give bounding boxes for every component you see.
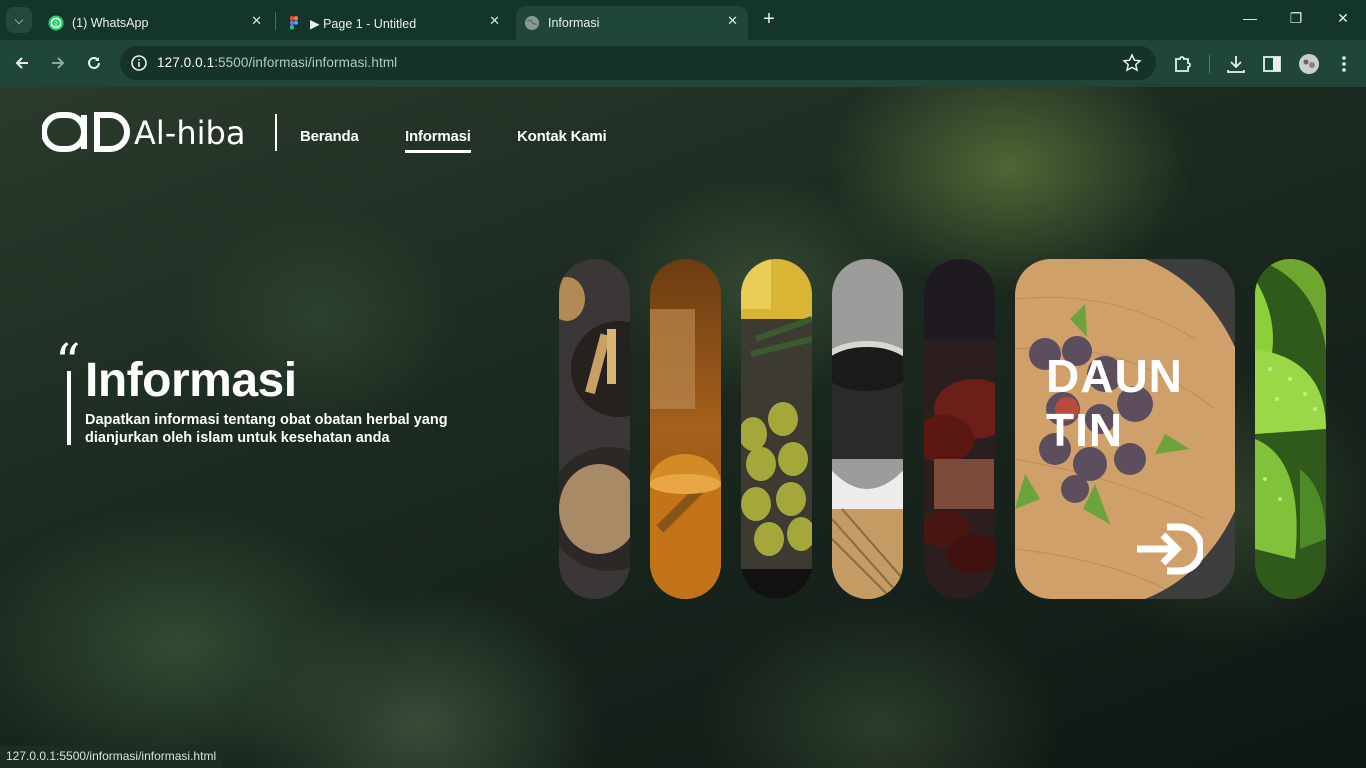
tab-figma[interactable]: ▶ Page 1 - Untitled ✕ [278,6,510,40]
tab-title: Informasi [548,16,600,30]
whatsapp-icon: 1 [48,15,64,31]
figma-icon [290,16,298,30]
url-host: 127.0.0.1 [157,55,215,70]
tab-search-menu-button[interactable]: ⌵ [6,7,32,33]
address-bar[interactable]: 127.0.0.1:5500/informasi/informasi.html [120,46,1156,80]
page-viewport: Al-hiba Beranda Informasi Kontak Kami “ … [0,87,1366,768]
arrow-left-icon [15,57,28,69]
browser-tab-bar: ⌵ 1 (1) WhatsApp ✕ ▶ Page 1 - Untitled ✕… [0,0,1366,40]
forward-button[interactable] [47,52,69,74]
ginger-spices-image [559,259,630,599]
close-icon[interactable]: ✕ [489,13,500,29]
card-title: DAUN TIN [1046,350,1183,456]
green-leaves-image [1255,259,1326,599]
url-text: 127.0.0.1:5500/informasi/informasi.html [157,55,397,70]
enter-arrow-icon[interactable] [1133,523,1203,579]
download-icon[interactable] [1225,53,1247,75]
reload-icon [88,56,100,69]
brand-name: Al-hiba [134,114,245,152]
logo-divider [275,114,277,151]
tab-informasi[interactable]: Informasi ✕ [516,6,748,40]
nav-beranda[interactable]: Beranda [300,128,359,145]
nav-kontak-kami[interactable]: Kontak Kami [517,128,607,145]
olive-image [741,259,812,599]
honey-image [650,259,721,599]
svg-text:1: 1 [54,21,58,28]
back-button[interactable] [11,52,33,74]
arrow-right-icon [52,57,65,69]
card-madu[interactable] [650,259,721,599]
card-daun[interactable] [1255,259,1326,599]
al-hiba-logo[interactable]: Al-hiba [42,111,257,155]
tab-title: ▶ Page 1 - Untitled [310,16,417,31]
restore-button[interactable]: ❐ [1286,10,1306,27]
side-panel-icon[interactable] [1261,53,1283,75]
close-icon[interactable]: ✕ [727,13,738,29]
tab-whatsapp[interactable]: 1 (1) WhatsApp ✕ [40,6,272,40]
quote-bar [67,371,71,445]
url-path: :5500/informasi/informasi.html [214,55,398,70]
dates-image [924,259,995,599]
status-bar-url: 127.0.0.1:5500/informasi/informasi.html [0,746,223,768]
info-icon[interactable] [130,54,148,72]
card-habbatussauda[interactable] [832,259,903,599]
minimize-button[interactable]: — [1240,10,1260,26]
browser-toolbar: 127.0.0.1:5500/informasi/informasi.html [0,40,1366,87]
card-kurma[interactable] [924,259,995,599]
reload-button[interactable] [83,52,105,74]
close-window-button[interactable]: ✕ [1333,10,1353,27]
profile-avatar-icon[interactable] [1298,53,1320,75]
tab-separator [275,12,276,30]
more-menu-icon[interactable] [1333,53,1355,75]
card-zaitun[interactable] [741,259,812,599]
globe-icon [525,16,539,30]
nav-informasi[interactable]: Informasi [405,128,471,153]
extensions-puzzle-icon[interactable] [1172,53,1194,75]
card-jahe[interactable] [559,259,630,599]
black-seed-image [832,259,903,599]
page-title: Informasi [85,354,297,407]
tab-title: (1) WhatsApp [72,16,149,30]
page-description: Dapatkan informasi tentang obat obatan h… [85,412,448,446]
bookmark-star-icon[interactable] [1122,53,1142,73]
close-icon[interactable]: ✕ [251,13,262,29]
new-tab-button[interactable]: + [758,8,780,30]
toolbar-divider [1209,55,1210,73]
card-daun-tin-featured[interactable]: DAUN TIN [1015,259,1235,599]
